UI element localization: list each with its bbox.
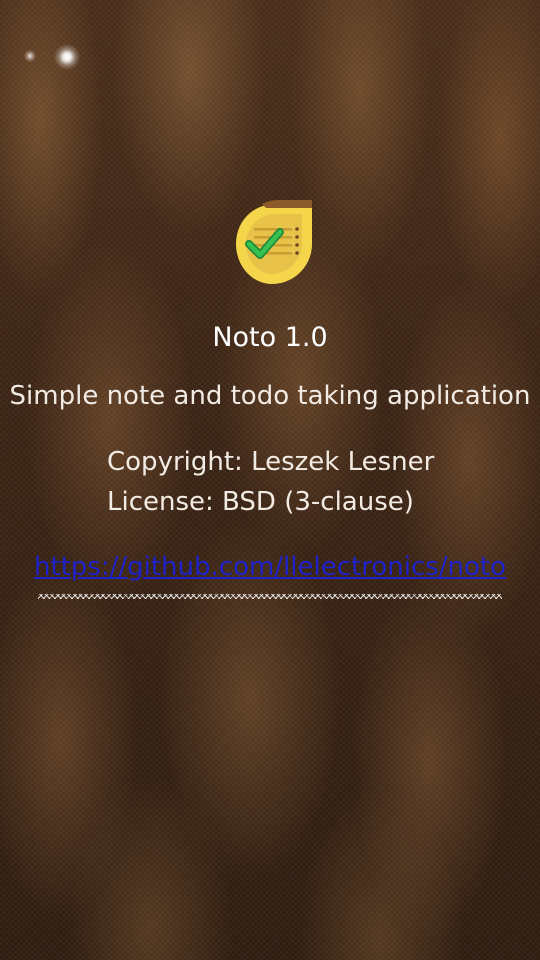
- noto-app-icon: [236, 200, 312, 284]
- app-description: Simple note and todo taking application: [9, 381, 531, 411]
- link-focus-highlight: [38, 594, 502, 599]
- project-link[interactable]: https://github.com/llelectronics/noto: [0, 552, 540, 582]
- license-text: License: BSD (3-clause): [107, 487, 414, 517]
- app-name: Noto 1.0: [212, 322, 328, 353]
- app-info: Copyright: Leszek Lesner License: BSD (3…: [107, 442, 434, 522]
- copyright-text: Copyright: Leszek Lesner: [107, 447, 435, 477]
- about-page: Noto 1.0 Simple note and todo taking app…: [0, 0, 540, 960]
